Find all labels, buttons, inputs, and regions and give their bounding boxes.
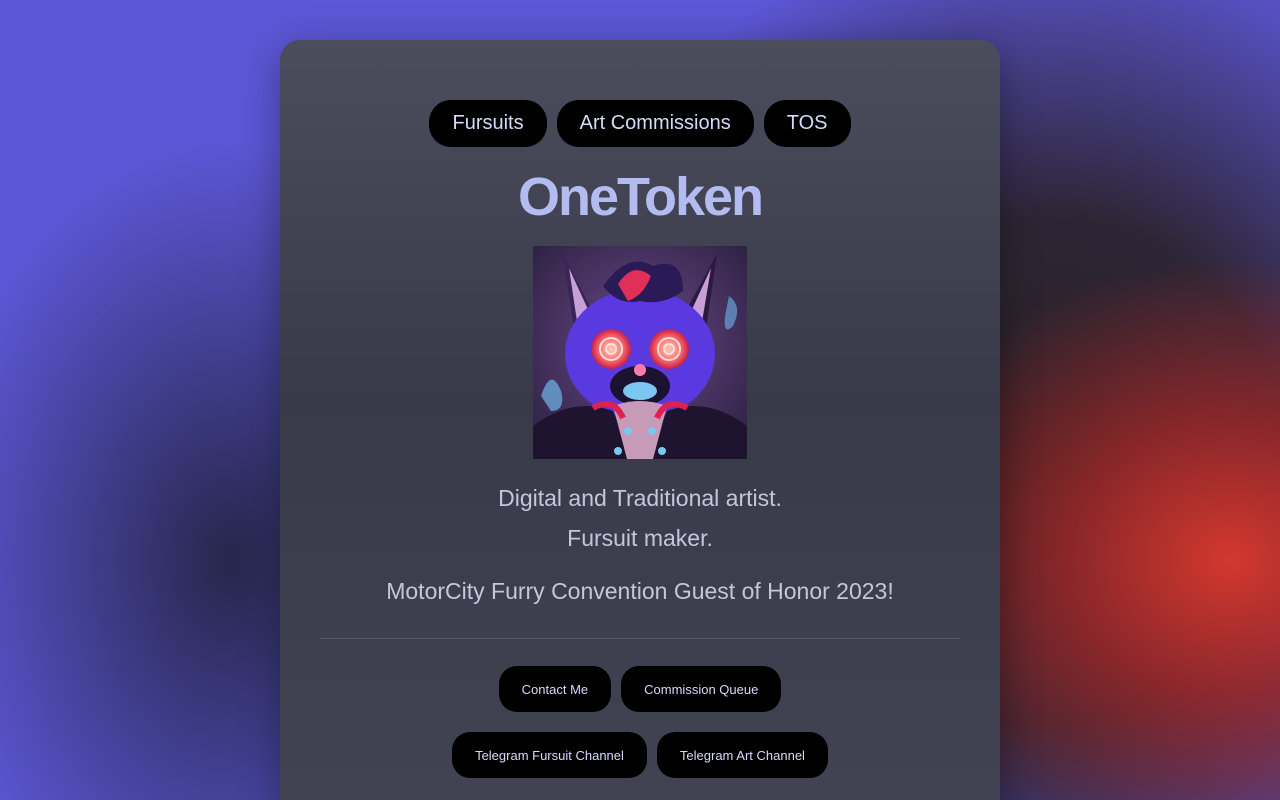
- link-row-1: Contact Me Commission Queue: [280, 666, 1000, 712]
- top-nav: Fursuits Art Commissions TOS: [280, 100, 1000, 147]
- divider: [320, 638, 960, 639]
- nav-tos-button[interactable]: TOS: [763, 100, 851, 147]
- commission-queue-button[interactable]: Commission Queue: [621, 666, 782, 712]
- nav-art-commissions-button[interactable]: Art Commissions: [556, 100, 754, 147]
- avatar: [533, 246, 747, 459]
- profile-name: OneToken: [517, 167, 764, 227]
- link-row-2: Telegram Fursuit Channel Telegram Art Ch…: [280, 732, 1000, 778]
- bio-line-fursuit-maker: Fursuit maker.: [567, 525, 713, 551]
- telegram-fursuit-channel-button[interactable]: Telegram Fursuit Channel: [452, 732, 647, 778]
- bio-line-guest-of-honor: MotorCity Furry Convention Guest of Hono…: [386, 578, 894, 604]
- contact-me-button[interactable]: Contact Me: [498, 666, 612, 712]
- profile-card: Fursuits Art Commissions TOS OneToken Di…: [280, 40, 1000, 800]
- bio-line-artist: Digital and Traditional artist.: [498, 485, 782, 511]
- telegram-art-channel-button[interactable]: Telegram Art Channel: [656, 732, 828, 778]
- nav-fursuits-button[interactable]: Fursuits: [429, 100, 547, 147]
